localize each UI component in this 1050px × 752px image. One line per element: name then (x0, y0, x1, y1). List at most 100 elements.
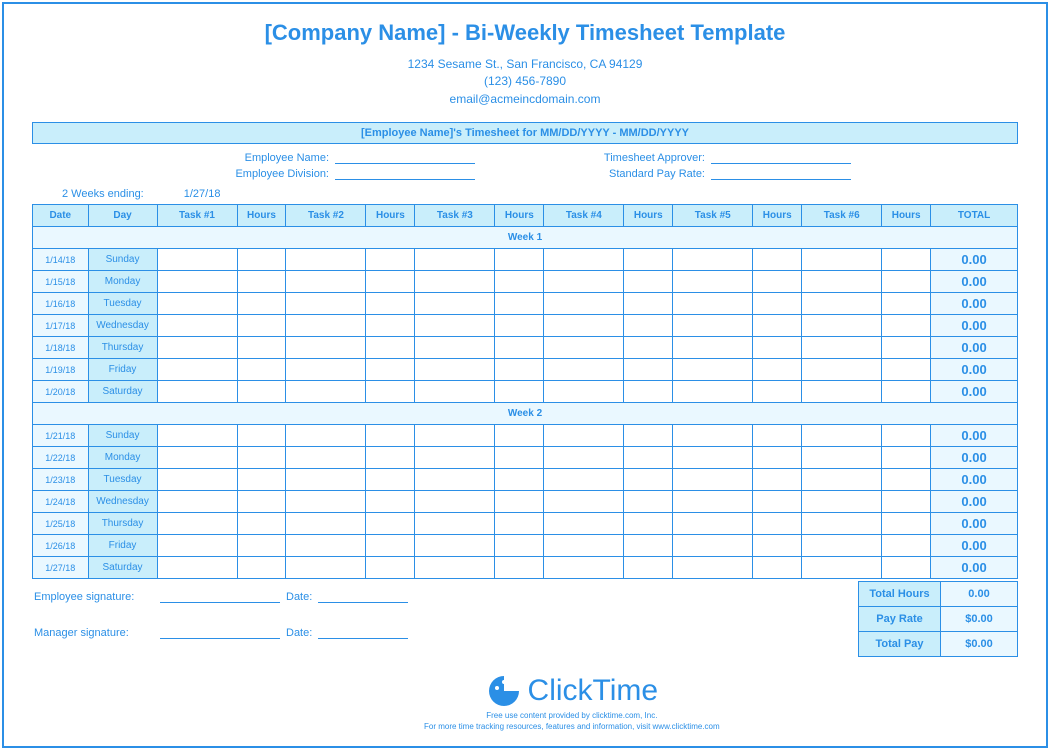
hours-cell[interactable] (495, 381, 544, 403)
hours-cell[interactable] (366, 557, 415, 579)
task-cell[interactable] (544, 315, 624, 337)
hours-cell[interactable] (753, 249, 802, 271)
hours-cell[interactable] (882, 557, 931, 579)
hours-cell[interactable] (366, 491, 415, 513)
task-cell[interactable] (544, 359, 624, 381)
manager-sig-date-line[interactable] (318, 621, 408, 639)
hours-cell[interactable] (495, 315, 544, 337)
task-cell[interactable] (802, 491, 882, 513)
task-cell[interactable] (673, 381, 753, 403)
task-cell[interactable] (415, 425, 495, 447)
hours-cell[interactable] (882, 337, 931, 359)
task-cell[interactable] (157, 249, 237, 271)
hours-cell[interactable] (366, 359, 415, 381)
hours-cell[interactable] (495, 447, 544, 469)
approver-input[interactable] (711, 150, 851, 164)
hours-cell[interactable] (882, 249, 931, 271)
task-cell[interactable] (802, 557, 882, 579)
task-cell[interactable] (415, 447, 495, 469)
task-cell[interactable] (673, 557, 753, 579)
task-cell[interactable] (286, 469, 366, 491)
hours-cell[interactable] (753, 469, 802, 491)
task-cell[interactable] (544, 337, 624, 359)
task-cell[interactable] (673, 425, 753, 447)
hours-cell[interactable] (237, 249, 286, 271)
task-cell[interactable] (802, 535, 882, 557)
task-cell[interactable] (157, 557, 237, 579)
hours-cell[interactable] (882, 425, 931, 447)
hours-cell[interactable] (624, 425, 673, 447)
hours-cell[interactable] (366, 271, 415, 293)
task-cell[interactable] (544, 271, 624, 293)
hours-cell[interactable] (753, 337, 802, 359)
hours-cell[interactable] (366, 535, 415, 557)
hours-cell[interactable] (753, 513, 802, 535)
task-cell[interactable] (157, 447, 237, 469)
hours-cell[interactable] (237, 425, 286, 447)
hours-cell[interactable] (237, 491, 286, 513)
hours-cell[interactable] (495, 469, 544, 491)
task-cell[interactable] (544, 425, 624, 447)
task-cell[interactable] (802, 293, 882, 315)
hours-cell[interactable] (882, 447, 931, 469)
task-cell[interactable] (544, 447, 624, 469)
task-cell[interactable] (286, 315, 366, 337)
task-cell[interactable] (802, 469, 882, 491)
task-cell[interactable] (157, 425, 237, 447)
task-cell[interactable] (544, 491, 624, 513)
task-cell[interactable] (673, 513, 753, 535)
task-cell[interactable] (286, 535, 366, 557)
task-cell[interactable] (415, 359, 495, 381)
hours-cell[interactable] (237, 469, 286, 491)
hours-cell[interactable] (624, 293, 673, 315)
task-cell[interactable] (415, 535, 495, 557)
task-cell[interactable] (544, 557, 624, 579)
task-cell[interactable] (157, 315, 237, 337)
hours-cell[interactable] (624, 557, 673, 579)
task-cell[interactable] (415, 293, 495, 315)
hours-cell[interactable] (366, 425, 415, 447)
hours-cell[interactable] (495, 513, 544, 535)
hours-cell[interactable] (237, 271, 286, 293)
employee-signature-line[interactable] (160, 585, 280, 603)
hours-cell[interactable] (753, 557, 802, 579)
task-cell[interactable] (286, 271, 366, 293)
task-cell[interactable] (544, 469, 624, 491)
task-cell[interactable] (415, 315, 495, 337)
task-cell[interactable] (802, 425, 882, 447)
hours-cell[interactable] (237, 535, 286, 557)
hours-cell[interactable] (882, 315, 931, 337)
hours-cell[interactable] (882, 359, 931, 381)
hours-cell[interactable] (495, 249, 544, 271)
task-cell[interactable] (286, 249, 366, 271)
task-cell[interactable] (286, 337, 366, 359)
hours-cell[interactable] (753, 315, 802, 337)
task-cell[interactable] (673, 469, 753, 491)
hours-cell[interactable] (753, 381, 802, 403)
hours-cell[interactable] (366, 447, 415, 469)
task-cell[interactable] (673, 491, 753, 513)
hours-cell[interactable] (624, 381, 673, 403)
hours-cell[interactable] (495, 557, 544, 579)
hours-cell[interactable] (753, 359, 802, 381)
hours-cell[interactable] (882, 293, 931, 315)
hours-cell[interactable] (624, 337, 673, 359)
hours-cell[interactable] (237, 359, 286, 381)
task-cell[interactable] (415, 469, 495, 491)
task-cell[interactable] (286, 447, 366, 469)
task-cell[interactable] (415, 557, 495, 579)
task-cell[interactable] (544, 381, 624, 403)
hours-cell[interactable] (366, 315, 415, 337)
hours-cell[interactable] (237, 381, 286, 403)
task-cell[interactable] (544, 249, 624, 271)
task-cell[interactable] (802, 513, 882, 535)
task-cell[interactable] (157, 469, 237, 491)
hours-cell[interactable] (753, 491, 802, 513)
task-cell[interactable] (802, 381, 882, 403)
task-cell[interactable] (673, 315, 753, 337)
hours-cell[interactable] (624, 535, 673, 557)
hours-cell[interactable] (624, 249, 673, 271)
hours-cell[interactable] (882, 535, 931, 557)
task-cell[interactable] (415, 337, 495, 359)
hours-cell[interactable] (237, 315, 286, 337)
